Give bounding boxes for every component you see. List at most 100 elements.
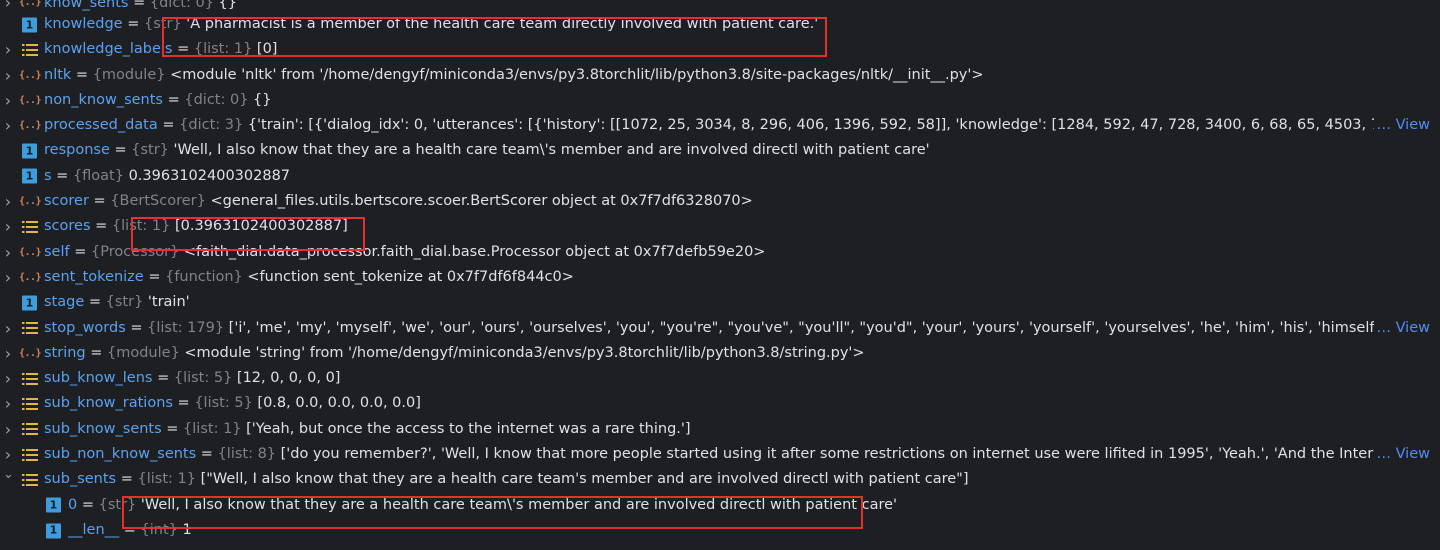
equals-sign: = [109,142,132,159]
variable-row-sub_know_rations[interactable]: › sub_know_rations = {list: 5} [0.8, 0.0,… [0,391,1440,416]
variable-value: [0.8, 0.0, 0.0, 0.0, 0.0] [257,395,421,412]
variable-row-non_know_sents[interactable]: › {..} non_know_sents = {dict: 0} {} [0,88,1440,113]
variable-row-sub_sents[interactable]: ⌄ sub_sents = {list: 1} ["Well, I also kn… [0,467,1440,492]
variable-row-scorer[interactable]: › {..} scorer = {BertScorer} <general_file… [0,189,1440,214]
list-icon [22,371,38,387]
view-link[interactable]: … View [1374,315,1430,341]
chevron-down-icon[interactable]: ⌄ [3,462,14,487]
variable-row-stop_words[interactable]: › stop_words = {list: 179} ['i', 'me', 'm… [0,315,1440,341]
variable-row-string[interactable]: › {..} string = {module} <module 'string' … [0,341,1440,366]
variable-type: {module} [107,344,180,361]
ellipsis: … [1376,446,1391,463]
chevron-right-icon[interactable]: › [3,189,13,214]
variable-name: __len__ [68,521,120,538]
variable-value: [12, 0, 0, 0, 0] [236,370,341,387]
variable-type: {list: 5} [194,395,253,412]
variable-row-processed_data[interactable]: › {..} processed_data = {dict: 3} {'train'… [0,113,1440,139]
dict-icon: {..} [18,246,42,258]
variable-text: non_know_sents = {dict: 0} {} [44,88,1440,113]
variable-row-self[interactable]: › {..} self = {Processor} <faith_dial.data… [0,240,1440,265]
primitive-icon: 1 [46,497,61,513]
chevron-right-icon[interactable]: › [3,214,13,239]
variable-text: sub_know_sents = {list: 1} ['Yeah, but o… [44,417,1440,442]
dict-icon: {..} [18,0,42,8]
equals-sign: = [152,370,174,387]
equals-sign: = [172,395,195,412]
variable-type: {list: 1} [111,218,171,235]
variable-name: sent_tokenize [44,268,144,285]
variable-value: 'Well, I also know that they are a healt… [173,142,930,159]
equals-sign: = [128,0,150,11]
variable-row-know_sents[interactable]: › {..} know_sents = {dict: 0} {} [0,0,1440,12]
view-label: View [1395,446,1430,463]
variable-value: 1 [182,521,192,538]
chevron-right-icon[interactable]: › [3,366,13,391]
dict-icon: {..} [18,120,42,132]
view-link[interactable]: … View [1374,113,1430,139]
variable-text: sub_non_know_sents = {list: 8} ['do you … [44,442,1374,467]
chevron-right-icon[interactable]: › [3,240,13,265]
variable-row-nltk[interactable]: › {..} nltk = {module} <module 'nltk' from… [0,63,1440,88]
equals-sign: = [71,66,93,83]
variables-panel: › {..} know_sents = {dict: 0} {} 1 knowledge… [0,0,1440,550]
variable-row-sub_know_lens[interactable]: › sub_know_lens = {list: 5} [12, 0, 0, 0,… [0,366,1440,391]
variable-row-response[interactable]: 1 response = {str} 'Well, I also know tha… [0,138,1440,163]
variable-row-sent_tokenize[interactable]: › {..} sent_tokenize = {function} <functio… [0,265,1440,290]
variable-type: {list: 179} [147,319,225,336]
chevron-right-icon[interactable]: › [3,341,13,366]
chevron-right-icon[interactable]: › [3,63,13,88]
variable-type: {int} [140,521,178,538]
variable-name: non_know_sents [44,91,163,108]
equals-sign: = [85,344,107,361]
variables-tree: › {..} know_sents = {dict: 0} {} 1 knowledge… [0,0,1440,543]
chevron-right-icon[interactable]: › [3,391,13,416]
variable-text: sub_know_rations = {list: 5} [0.8, 0.0, … [44,391,1440,416]
variable-type: {list: 1} [193,41,253,58]
variable-value: [0.3963102400302887] [174,218,348,235]
variable-type: {list: 5} [173,370,233,387]
variable-row-s[interactable]: 1s = {float} 0.3963102400302887 [0,164,1440,189]
chevron-right-icon[interactable]: › [3,0,13,12]
variable-type: {function} [165,268,243,285]
variable-text: knowledge_labels = {list: 1} [0] [44,37,1440,62]
variable-value: 'train' [147,294,190,311]
variable-name: s [44,167,52,184]
chevron-right-icon[interactable]: › [3,417,13,442]
variable-text: stage = {str} 'train' [44,290,1440,315]
list-icon [22,42,38,58]
variable-row-stage[interactable]: 1 stage = {str} 'train' [0,290,1440,315]
dict-icon: {..} [18,347,42,359]
chevron-right-icon[interactable]: › [3,88,13,113]
variable-name: sub_know_sents [44,420,162,437]
variable-text: self = {Processor} <faith_dial.data_proc… [44,240,1440,265]
variable-type: {Processor} [90,243,180,260]
variable-text: __len__ = {int} 1 [68,518,1440,543]
equals-sign: = [90,218,112,235]
variable-name: self [44,243,70,260]
variable-row-knowledge_labels[interactable]: › knowledge_labels = {list: 1} [0] [0,37,1440,62]
variable-name: know_sents [44,0,129,11]
variable-row-knowledge[interactable]: 1 knowledge = {str} 'A pharmacist is a me… [0,12,1440,37]
equals-sign: = [161,420,184,437]
variable-type: {list: 1} [183,420,242,437]
variable-text: nltk = {module} <module 'nltk' from '/ho… [44,63,1440,88]
variable-text: knowledge = {str} 'A pharmacist is a mem… [44,12,1440,37]
dict-icon: {..} [18,196,42,208]
equals-sign: = [125,319,148,336]
variable-row-sub_know_sents[interactable]: › sub_know_sents = {list: 1} ['Yeah, but … [0,417,1440,442]
equals-sign: = [84,294,106,311]
variable-row-__len__[interactable]: 1 __len__ = {int} 1 [0,518,1440,543]
variable-row-0[interactable]: 10 = {str} 'Well, I also know that they … [0,493,1440,518]
dict-icon: {..} [18,94,42,106]
chevron-right-icon[interactable]: › [3,265,13,290]
variable-row-sub_non_know_sents[interactable]: › sub_non_know_sents = {list: 8} ['do you… [0,442,1440,468]
chevron-right-icon[interactable]: › [3,113,13,138]
variable-text: sent_tokenize = {function} <function sen… [44,265,1440,290]
ellipsis: … [1376,319,1391,336]
chevron-right-icon[interactable]: › [3,37,13,62]
variable-value: ['i', 'me', 'my', 'myself', 'we', 'our',… [228,319,1374,336]
variable-name: scorer [44,193,89,210]
variable-row-scores[interactable]: › scores = {list: 1} [0.3963102400302887] [0,214,1440,239]
view-link[interactable]: … View [1374,442,1430,468]
chevron-right-icon[interactable]: › [3,316,13,341]
